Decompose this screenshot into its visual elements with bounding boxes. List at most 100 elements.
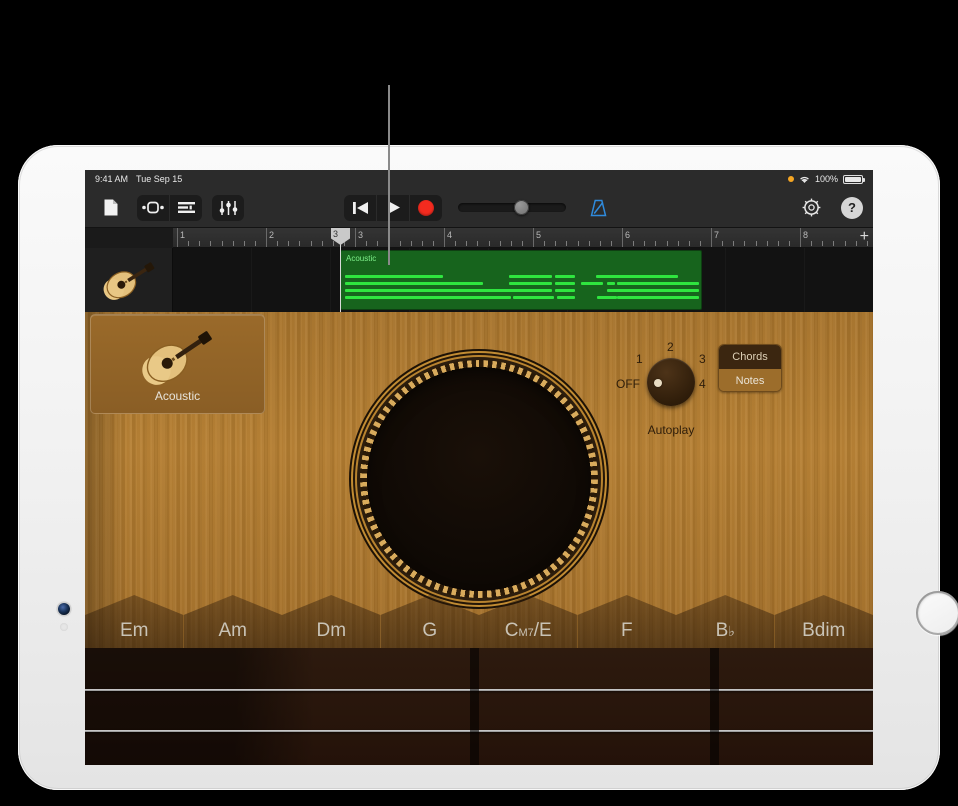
ruler-tick: [577, 241, 579, 246]
autoplay-option-2[interactable]: 2: [667, 340, 674, 354]
chord-bass: /E: [533, 620, 552, 641]
ruler-tick: [655, 241, 657, 246]
region-label: Acoustic: [346, 254, 377, 263]
chord-button-b[interactable]: B ♭: [676, 595, 775, 648]
guitar-string[interactable]: [85, 729, 873, 732]
guitar-string[interactable]: [85, 688, 873, 691]
track-view-icon: [142, 201, 164, 214]
ruler-bar-label: 5: [536, 230, 542, 240]
notes-mode-option[interactable]: Notes: [719, 369, 781, 391]
midi-note: [581, 282, 603, 285]
ruler-bar-line: [800, 228, 801, 247]
ruler-bar-line: [355, 228, 356, 247]
midi-note: [555, 282, 575, 285]
chord-button-g[interactable]: G: [380, 595, 479, 648]
ruler-bar-line: [622, 228, 623, 247]
my-songs-button[interactable]: [95, 195, 127, 221]
playhead[interactable]: 3: [331, 228, 350, 312]
settings-button[interactable]: [795, 195, 827, 221]
add-track-button[interactable]: +: [860, 229, 869, 245]
ruler-tick: [310, 241, 312, 246]
ruler-tick: [510, 241, 512, 246]
gear-icon: [802, 198, 820, 217]
chord-button-am[interactable]: Am: [183, 595, 282, 648]
midi-note: [617, 282, 699, 285]
ruler-tick: [221, 241, 223, 246]
autoplay-control[interactable]: OFF 1 2 3 4 Autoplay: [616, 332, 726, 437]
midi-note: [345, 296, 443, 299]
ruler-tick: [188, 241, 190, 246]
ruler-tick: [277, 241, 279, 246]
ruler-tick: [811, 241, 813, 246]
loop-browser-button[interactable]: [170, 195, 202, 221]
instrument-name-label: Acoustic: [154, 389, 201, 403]
midi-note: [433, 289, 513, 292]
midi-note: [555, 275, 575, 278]
instrument-selector[interactable]: Acoustic: [90, 314, 265, 414]
autoplay-knob[interactable]: [647, 358, 695, 406]
ambient-light-sensor-icon: [60, 623, 68, 631]
volume-slider-knob[interactable]: [514, 200, 529, 215]
ruler-tick: [788, 241, 790, 246]
chords-mode-option[interactable]: Chords: [719, 345, 781, 369]
record-button[interactable]: [410, 195, 442, 221]
guitar-fretboard[interactable]: [85, 648, 873, 765]
timeline-ruler[interactable]: + 1 2 3 4 5 6 7 8: [173, 228, 873, 248]
ruler-tick: [755, 241, 757, 246]
mixer-button[interactable]: [212, 195, 244, 221]
mixer-group: [212, 194, 244, 221]
chord-button-bdim[interactable]: Bdim: [774, 595, 873, 648]
metronome-button[interactable]: [582, 195, 614, 221]
screenshot-root: 9:41 AM Tue Sep 15 100% ? + 1 2 3 4 5 6 …: [0, 0, 958, 806]
chord-button-c[interactable]: C M7/E: [479, 595, 578, 648]
chord-button-f[interactable]: F: [577, 595, 676, 648]
record-circle-icon: [418, 199, 434, 216]
track-lane[interactable]: Acoustic: [173, 248, 873, 312]
ruler-bar-line: [533, 228, 534, 247]
master-volume-slider[interactable]: [458, 200, 566, 215]
ruler-tick: [588, 241, 590, 246]
ruler-bar-label: 8: [803, 230, 809, 240]
ruler-tick: [666, 241, 668, 246]
midi-note: [509, 289, 552, 292]
ruler-bar-label: 1: [180, 230, 186, 240]
ruler-tick: [566, 241, 568, 246]
ruler-tick: [844, 241, 846, 246]
smart-guitar-instrument: Acoustic OFF 1 2 3 4 Autoplay Chords Not…: [85, 312, 873, 765]
autoplay-option-3[interactable]: 3: [699, 352, 706, 366]
midi-note: [509, 282, 552, 285]
home-button[interactable]: [916, 591, 958, 635]
ruler-tick: [421, 241, 423, 246]
track-header-acoustic[interactable]: [85, 248, 173, 312]
ruler-tick: [488, 241, 490, 246]
chord-button-em[interactable]: Em: [85, 595, 184, 648]
autoplay-knob-indicator: [654, 379, 662, 387]
rewind-button[interactable]: [344, 195, 376, 221]
chords-notes-switch[interactable]: Chords Notes: [718, 344, 782, 392]
transport-controls: [344, 194, 614, 221]
play-button[interactable]: [377, 195, 409, 221]
autoplay-option-4[interactable]: 4: [699, 377, 706, 391]
help-button[interactable]: ?: [841, 196, 863, 219]
chord-root: Em: [120, 620, 149, 641]
ruler-tick: [254, 241, 256, 246]
ruler-bar-label: 4: [447, 230, 453, 240]
autoplay-option-1[interactable]: 1: [636, 352, 643, 366]
midi-note: [345, 275, 443, 278]
ipad-screen: 9:41 AM Tue Sep 15 100% ? + 1 2 3 4 5 6 …: [85, 170, 873, 765]
autoplay-option-off[interactable]: OFF: [616, 377, 640, 391]
tracks-view-button[interactable]: [137, 195, 169, 221]
midi-note: [345, 282, 483, 285]
ruler-tick: [466, 241, 468, 246]
audio-region-acoustic[interactable]: Acoustic: [340, 250, 702, 310]
ruler-tick: [555, 241, 557, 246]
metronome-icon: [590, 199, 606, 216]
ruler-tick: [633, 241, 635, 246]
fret-marker: [710, 648, 719, 765]
ruler-tick: [766, 241, 768, 246]
ruler-tick: [499, 241, 501, 246]
front-camera-icon: [58, 603, 70, 615]
chord-root: Am: [218, 620, 248, 641]
chord-button-dm[interactable]: Dm: [282, 595, 381, 648]
midi-note: [426, 282, 462, 285]
